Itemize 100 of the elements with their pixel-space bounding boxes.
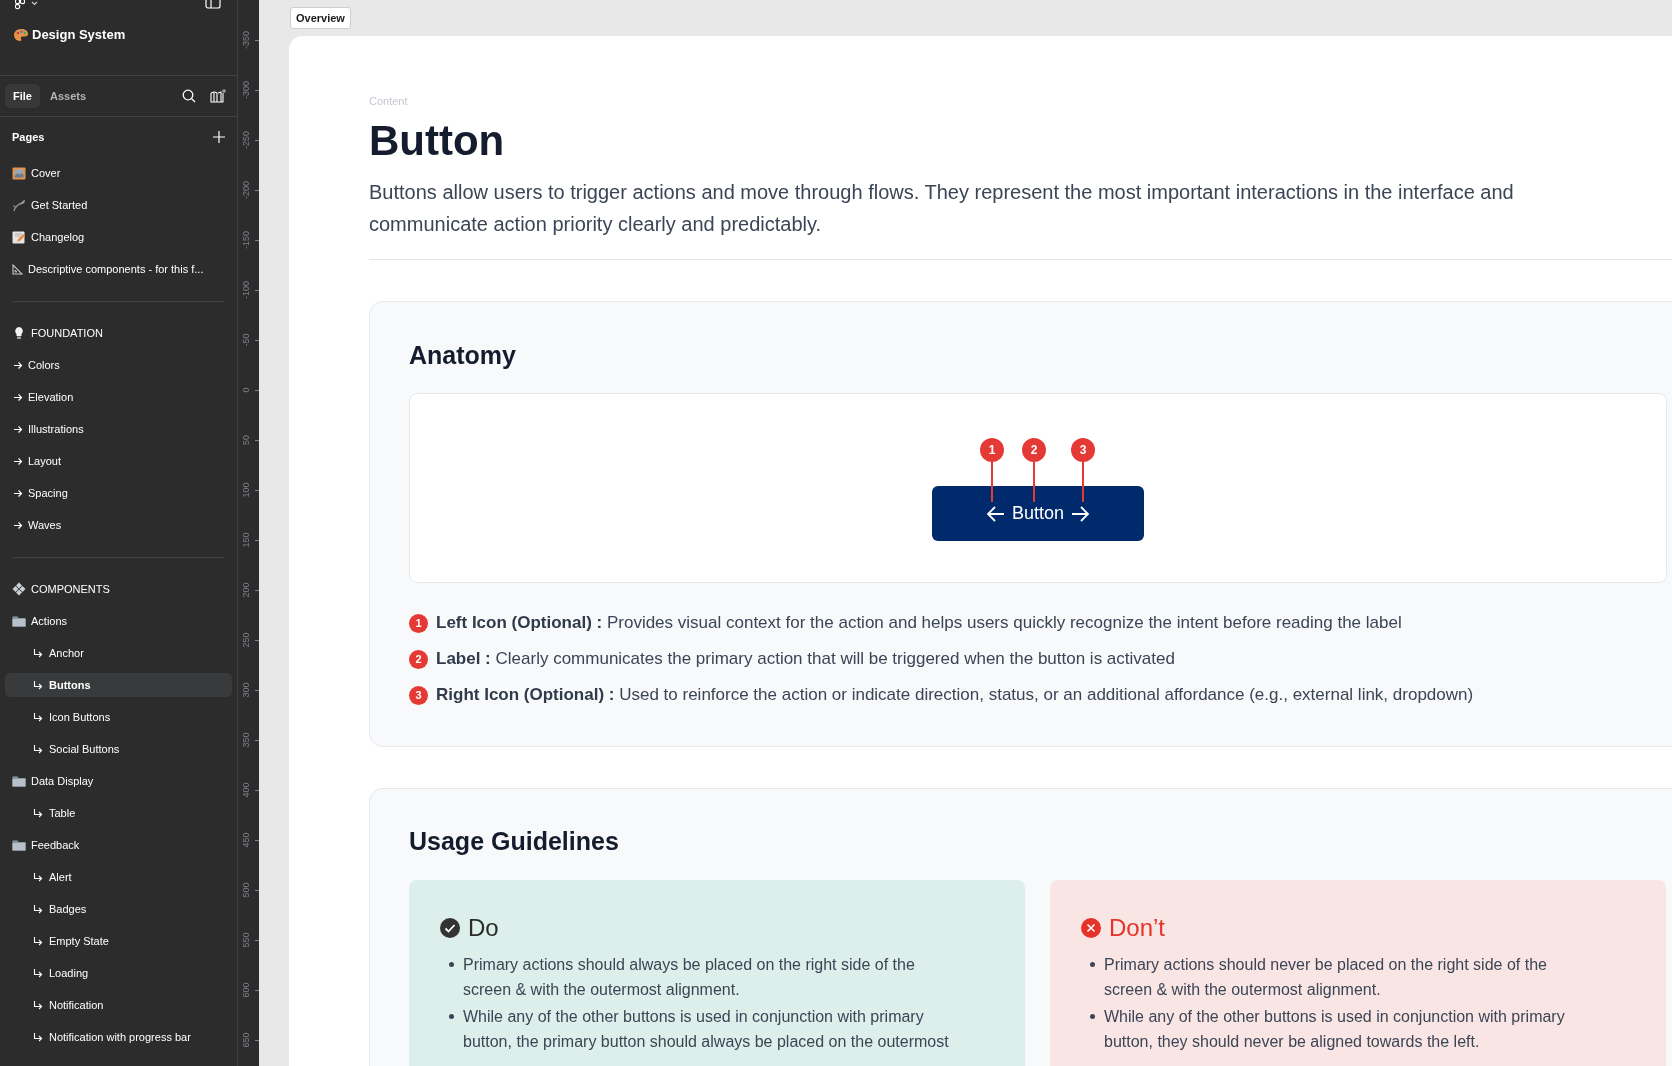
- search-icon[interactable]: [182, 89, 196, 103]
- sidebar-item[interactable]: Notification: [5, 993, 232, 1017]
- ruler-label: -250: [241, 130, 251, 151]
- return-arrow-icon: [33, 936, 43, 946]
- ruler-label: -350: [241, 30, 251, 51]
- card-title: Don’t: [1109, 913, 1166, 943]
- ruler-label: -100: [241, 280, 251, 301]
- section-heading: Anatomy: [409, 340, 517, 371]
- sidebar-tab[interactable]: Assets: [41, 84, 95, 108]
- sidebar-item[interactable]: Actions: [5, 609, 232, 633]
- seedling-icon: [12, 198, 26, 212]
- guideline-text: While any of the other buttons is used in conjunction with primary button, the primary button should always be placed on the outermost: [463, 1007, 949, 1052]
- sidebar-item[interactable]: Get Started: [5, 193, 232, 217]
- sidebar-item[interactable]: Badges: [5, 897, 232, 921]
- check-circle-icon: [440, 918, 460, 938]
- arrow-right-icon: [13, 520, 23, 530]
- guideline-text: While any of the other buttons is used in conjunction with primary button, they should never be aligned towards the left.: [1104, 1007, 1566, 1052]
- number-badge: 2: [409, 649, 428, 669]
- file-title: Design System: [32, 26, 126, 44]
- bullet-icon: [449, 962, 454, 967]
- picture-frame-icon: [12, 166, 26, 180]
- folder-icon: [12, 775, 26, 787]
- return-arrow-icon: [33, 648, 43, 658]
- return-arrow-icon: [33, 744, 43, 754]
- primary-button[interactable]: Button: [932, 486, 1144, 541]
- arrow-right-icon: [1070, 504, 1090, 523]
- sidebar-item[interactable]: Feedback: [5, 833, 232, 857]
- leader-line: [1082, 462, 1084, 502]
- ruler-label: 600: [241, 981, 251, 1000]
- ruler-label: 450: [241, 831, 251, 850]
- ruler-label: 300: [241, 681, 251, 700]
- anatomy-description: Right Icon (Optional) : Used to reinforce the action or indicate direction, status, or an additional affordance (e.g., external link, dropdown): [436, 684, 1474, 706]
- return-arrow-icon: [33, 808, 43, 818]
- section-heading: Pages: [12, 129, 45, 145]
- sidebar-item[interactable]: Table: [5, 801, 232, 825]
- close-circle-icon: [1081, 918, 1101, 938]
- chevron-down-icon[interactable]: [31, 1, 38, 6]
- add-icon[interactable]: [213, 131, 225, 143]
- sidebar-item[interactable]: Colors: [5, 353, 232, 377]
- ruler-label: 150: [241, 531, 251, 550]
- leader-line: [991, 462, 993, 502]
- ruler-label: -50: [241, 332, 251, 349]
- bullet-icon: [1090, 1014, 1095, 1019]
- sidebar-item[interactable]: Loading: [5, 961, 232, 985]
- ruler-label: 0: [241, 386, 251, 395]
- callout-marker: 2: [1022, 438, 1046, 462]
- arrow-right-icon: [13, 360, 23, 370]
- library-icon[interactable]: [210, 88, 226, 104]
- ruler-label: 350: [241, 731, 251, 750]
- return-arrow-icon: [33, 712, 43, 722]
- folder-icon: [12, 615, 26, 627]
- ruler-label: 650: [241, 1031, 251, 1050]
- ruler-label: -150: [241, 230, 251, 251]
- folder-icon: [12, 839, 26, 851]
- bullet-icon: [1090, 962, 1095, 967]
- anatomy-description: Label : Clearly communicates the primary action that will be triggered when the button is activated: [436, 648, 1175, 670]
- ruler-label: 400: [241, 781, 251, 800]
- sidebar-item[interactable]: Icon Buttons: [5, 705, 232, 729]
- number-badge: 3: [409, 685, 428, 705]
- sidebar-item[interactable]: Cover: [5, 161, 232, 185]
- sidebar-item[interactable]: Waves: [5, 513, 232, 537]
- number-badge: 1: [409, 613, 428, 633]
- arrow-right-icon: [13, 488, 23, 498]
- sidebar-item[interactable]: Spacing: [5, 481, 232, 505]
- sidebar-item[interactable]: Descriptive components - for this f...: [5, 257, 232, 281]
- sidebar-item[interactable]: Anchor: [5, 641, 232, 665]
- ruler-label: 550: [241, 931, 251, 950]
- guideline-text: Primary actions should always be placed on the right side of the screen & with the outermost alignment.: [463, 955, 916, 1000]
- return-arrow-icon: [33, 968, 43, 978]
- components-icon: [12, 582, 26, 596]
- section-heading: Usage Guidelines: [409, 826, 620, 857]
- sidebar-item[interactable]: Illustrations: [5, 417, 232, 441]
- ruler-label: -300: [241, 80, 251, 101]
- sidebar-item[interactable]: Changelog: [5, 225, 232, 249]
- return-arrow-icon: [33, 1032, 43, 1042]
- page-description: Buttons allow users to trigger actions and move through flows. They represent the most important interactions in the interface and communicate action priority clearly and predictably.: [369, 180, 1515, 237]
- return-arrow-icon: [33, 680, 43, 690]
- memo-icon: [12, 230, 26, 244]
- page-title: Button: [369, 116, 506, 166]
- sidebar-tab[interactable]: File: [5, 84, 40, 108]
- sidebar-item[interactable]: Social Buttons: [5, 737, 232, 761]
- sidebar-item[interactable]: Data Display: [5, 769, 232, 793]
- sidebar-item[interactable]: Notification with progress bar: [5, 1025, 232, 1049]
- sidebar-item[interactable]: Empty State: [5, 929, 232, 953]
- ruler-label: 250: [241, 631, 251, 650]
- frame-label[interactable]: Overview: [290, 7, 351, 29]
- callout-marker: 3: [1071, 438, 1095, 462]
- guideline-text: Primary actions should never be placed on the right side of the screen & with the outermost alignment.: [1104, 955, 1548, 1000]
- card-title: Do: [468, 913, 499, 943]
- triangle-ruler-icon: [12, 263, 23, 275]
- section-heading: COMPONENTS: [31, 581, 110, 597]
- sidebar-item[interactable]: Alert: [5, 865, 232, 889]
- leader-line: [1033, 462, 1035, 502]
- return-arrow-icon: [33, 1000, 43, 1010]
- light-bulb-icon: [12, 326, 26, 340]
- sidebar-item[interactable]: Buttons: [5, 673, 232, 697]
- sidebar-item[interactable]: Elevation: [5, 385, 232, 409]
- sidebar-item[interactable]: Layout: [5, 449, 232, 473]
- section-heading: FOUNDATION: [31, 325, 103, 341]
- callout-marker: 1: [980, 438, 1004, 462]
